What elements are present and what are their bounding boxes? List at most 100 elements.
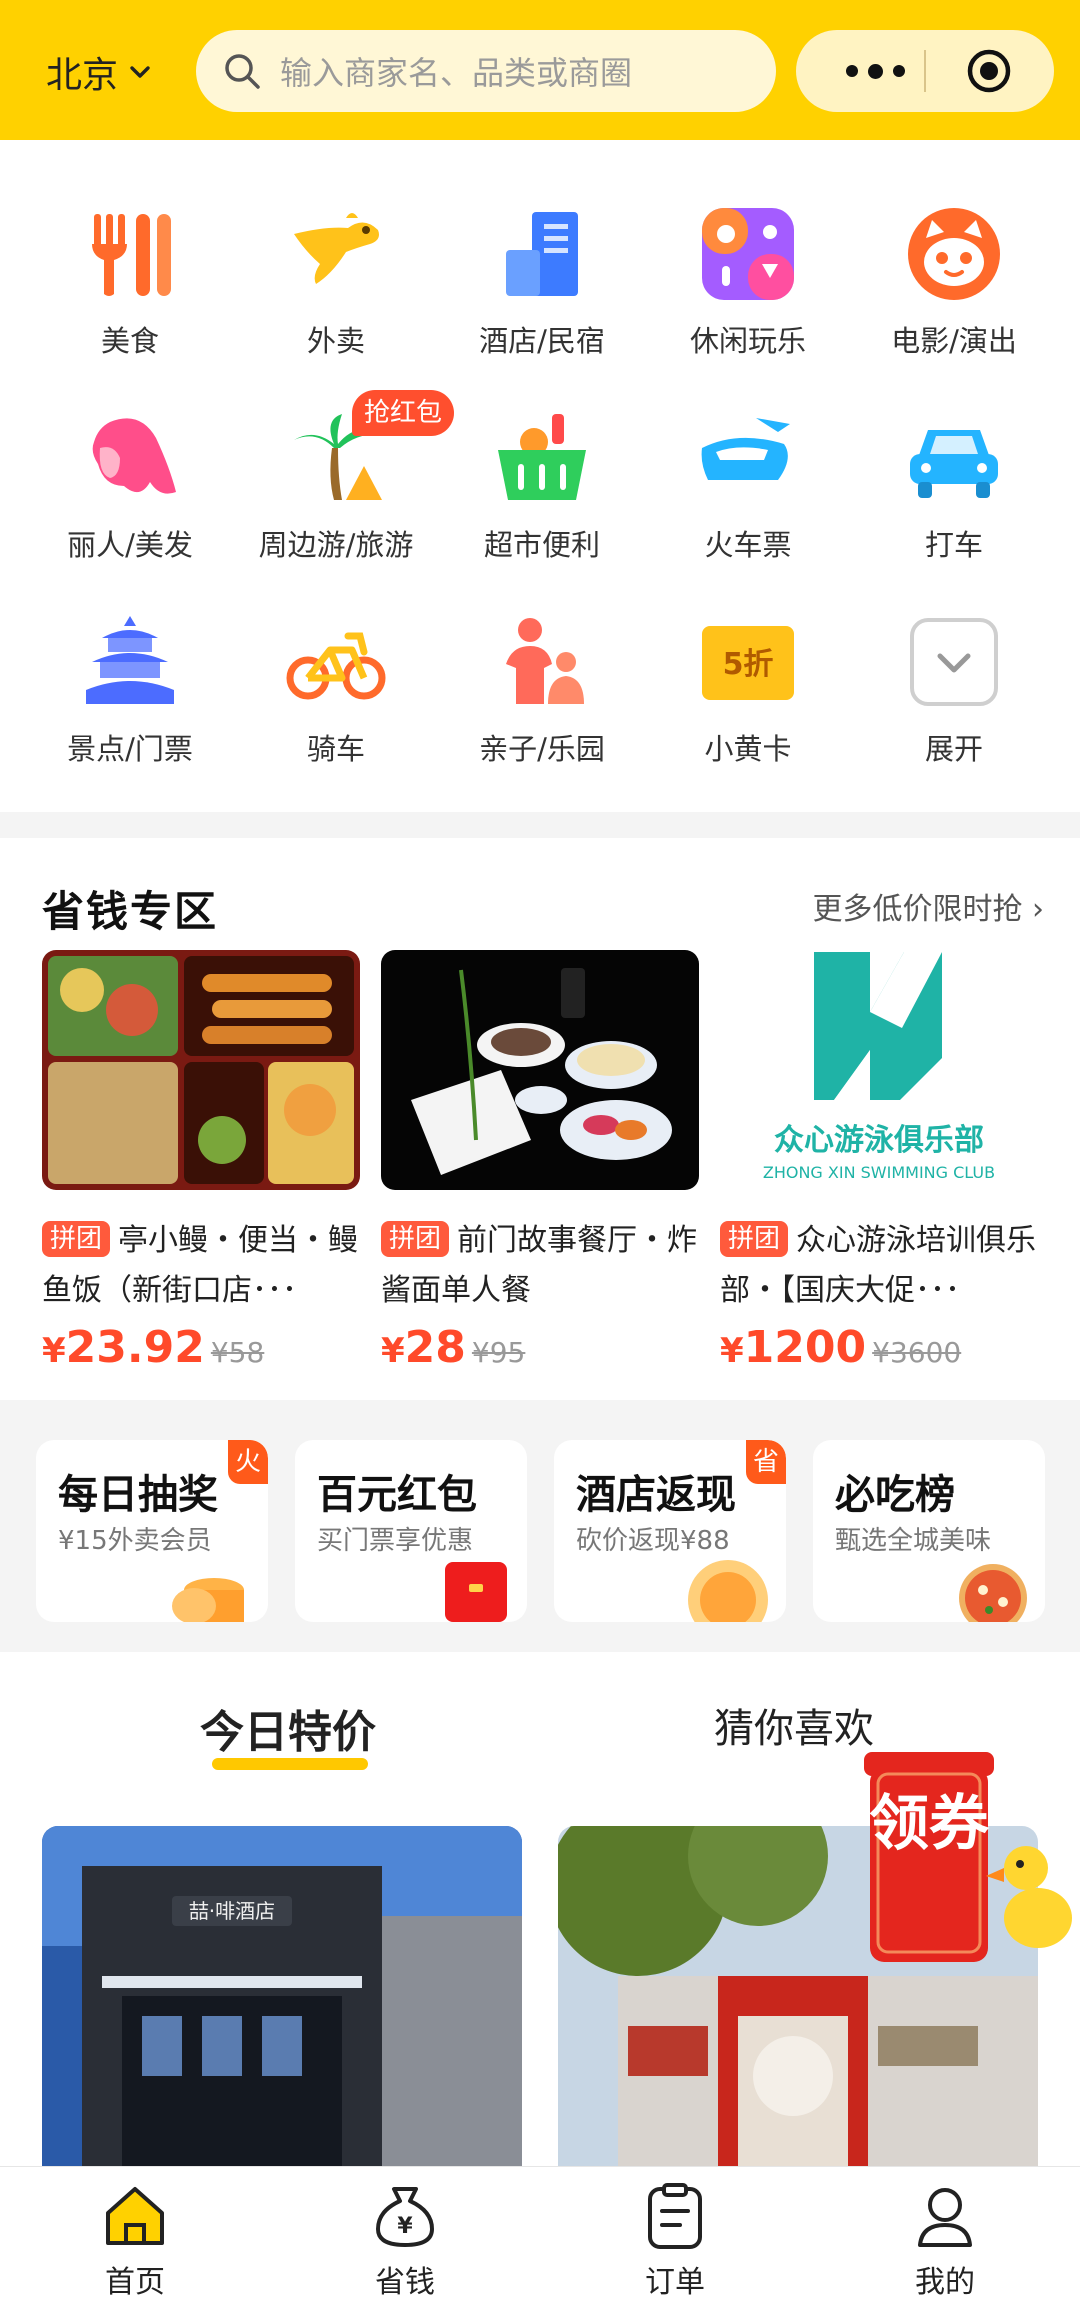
hotel-sign-text: 喆·啡酒店: [189, 1899, 275, 1923]
deal-image: [42, 950, 360, 1190]
category-supermarket[interactable]: 超市便利: [434, 394, 650, 594]
promo-must-eat[interactable]: 必吃榜 甄选全城美味: [813, 1440, 1045, 1622]
search-input[interactable]: 输入商家名、品类或商圈: [196, 30, 776, 112]
category-label: 电影/演出: [891, 324, 1017, 358]
category-label: 外卖: [306, 324, 365, 358]
group-buy-tag: 拼团: [381, 1221, 450, 1257]
category-attractions[interactable]: 景点/门票: [22, 598, 238, 798]
group-buy-tag: 拼团: [42, 1221, 111, 1257]
promo-cards: 每日抽奖 ¥15外卖会员 火 百元红包 买门票享优惠 酒店返现 砍价返现¥88 …: [0, 1400, 1080, 1652]
currency-symbol: ¥: [42, 1331, 66, 1371]
section-title: 省钱专区: [42, 887, 219, 936]
leisure-grid-icon: [702, 208, 794, 300]
category-beauty[interactable]: 丽人/美发: [22, 394, 238, 594]
nav-orders[interactable]: 订单: [575, 2181, 775, 2301]
currency-symbol: ¥: [381, 1331, 405, 1371]
parent-child-icon: [506, 618, 584, 704]
nav-profile[interactable]: 我的: [845, 2181, 1045, 2301]
nav-label: 订单: [645, 2265, 705, 2300]
deal-description: 拼团 前门故事餐厅・炸酱面单人餐: [381, 1216, 699, 1316]
category-label: 景点/门票: [67, 732, 193, 766]
chevron-right-icon: ›: [1032, 892, 1044, 927]
category-leisure[interactable]: 休闲玩乐: [640, 190, 856, 390]
current-price: 23.92: [65, 1322, 205, 1373]
basket-icon: [498, 414, 586, 500]
promo-title: 必吃榜: [835, 1472, 955, 1518]
order-list-icon: [648, 2183, 702, 2249]
tab-today-deals[interactable]: 今日特价: [200, 1696, 376, 1760]
nav-save-money[interactable]: ¥ 省钱: [305, 2181, 505, 2301]
current-price: 28: [404, 1322, 466, 1373]
red-packet-badge: 抢红包: [352, 390, 455, 436]
building-icon: [506, 212, 578, 296]
woman-hair-icon: [92, 418, 176, 494]
deal-card[interactable]: 拼团 前门故事餐厅・炸酱面单人餐 ¥28 ¥95: [381, 950, 699, 1373]
deal-price: ¥28 ¥95: [381, 1322, 699, 1373]
swimming-club-logo: 众心游泳俱乐部 ZHONG XIN SWIMMING CLUB: [763, 952, 995, 1182]
cat-face-icon: [908, 208, 1000, 300]
tab-guess-you-like[interactable]: 猜你喜欢: [714, 1696, 874, 1754]
more-deals-label: 更多低价限时抢: [812, 892, 1023, 927]
category-bike[interactable]: 骑车: [228, 598, 444, 798]
more-options-icon[interactable]: [830, 30, 920, 112]
money-bag-icon: ¥: [376, 2187, 434, 2247]
deal-card[interactable]: 众心游泳俱乐部 ZHONG XIN SWIMMING CLUB 拼团 众心游泳培训…: [720, 950, 1038, 1373]
original-price: ¥95: [471, 1336, 526, 1369]
coin-stack-icon: [172, 1578, 244, 1622]
promo-daily-lottery[interactable]: 每日抽奖 ¥15外卖会员 火: [36, 1440, 268, 1622]
nav-home[interactable]: 首页: [35, 2181, 235, 2301]
city-label: 北京: [46, 55, 119, 96]
promo-red-packet[interactable]: 百元红包 买门票享优惠: [295, 1440, 527, 1622]
yellow-card-text: 5折: [723, 647, 774, 682]
category-label: 休闲玩乐: [689, 324, 806, 358]
city-selector[interactable]: 北京: [46, 44, 152, 100]
category-label: 火车票: [704, 528, 792, 562]
pizza-icon: [959, 1564, 1027, 1622]
close-miniprogram-icon[interactable]: [966, 48, 1012, 94]
category-label: 美食: [100, 324, 159, 358]
category-label: 打车: [924, 528, 983, 562]
category-movie[interactable]: 电影/演出: [846, 190, 1062, 390]
deal-price: ¥1200 ¥3600: [720, 1322, 1038, 1373]
deal-image: 众心游泳俱乐部 ZHONG XIN SWIMMING CLUB: [720, 950, 1038, 1190]
category-train[interactable]: 火车票: [640, 394, 856, 594]
club-logo-subtext: ZHONG XIN SWIMMING CLUB: [763, 1163, 995, 1182]
category-yellow-card[interactable]: 5折 小黄卡: [640, 598, 856, 798]
deal-description: 拼团 众心游泳培训俱乐部・【国庆大促･･･: [720, 1216, 1038, 1316]
deal-description: 拼团 亭小鳗・便当・鳗鱼饭（新街口店･･･: [42, 1216, 360, 1316]
category-label: 超市便利: [483, 528, 600, 562]
promo-hotel-cashback[interactable]: 酒店返现 砍价返现¥88 省: [554, 1440, 786, 1622]
fork-knife-icon: [92, 214, 171, 296]
yellow-card-icon: 5折: [702, 626, 794, 700]
currency-symbol: ¥: [720, 1331, 744, 1371]
category-label: 亲子/乐园: [479, 732, 605, 766]
active-tab-indicator: [212, 1758, 368, 1770]
current-price: 1200: [743, 1322, 867, 1373]
promo-title: 酒店返现: [576, 1472, 736, 1518]
nav-label: 省钱: [375, 2265, 435, 2300]
mini-program-capsule: [796, 30, 1054, 112]
coin-icon: [688, 1560, 768, 1622]
club-logo-text: 众心游泳俱乐部: [774, 1123, 984, 1158]
more-deals-link[interactable]: 更多低价限时抢 ›: [812, 884, 1044, 928]
category-kids[interactable]: 亲子/乐园: [434, 598, 650, 798]
category-expand[interactable]: 展开: [846, 598, 1062, 798]
category-delivery[interactable]: 外卖: [228, 190, 444, 390]
search-placeholder: 输入商家名、品类或商圈: [280, 54, 633, 92]
category-label: 骑车: [306, 732, 365, 766]
bottom-nav: 首页 ¥ 省钱 订单 我的: [0, 2166, 1080, 2312]
deal-image: [381, 950, 699, 1190]
save-badge: 省: [746, 1440, 786, 1484]
category-food[interactable]: 美食: [22, 190, 238, 390]
nav-label: 我的: [915, 2265, 975, 2300]
svg-text:¥: ¥: [397, 2214, 413, 2239]
temple-icon: [86, 616, 174, 704]
claim-coupon-button[interactable]: 领券: [858, 1748, 1078, 1976]
category-hotel[interactable]: 酒店/民宿: [434, 190, 650, 390]
kangaroo-icon: [294, 213, 379, 284]
category-taxi[interactable]: 打车: [846, 394, 1062, 594]
feed-card[interactable]: 喆·啡酒店: [42, 1826, 522, 2186]
nav-label: 首页: [105, 2265, 165, 2300]
profile-icon: [918, 2188, 972, 2247]
deal-card[interactable]: 拼团 亭小鳗・便当・鳗鱼饭（新街口店･･･ ¥23.92 ¥58: [42, 950, 360, 1373]
